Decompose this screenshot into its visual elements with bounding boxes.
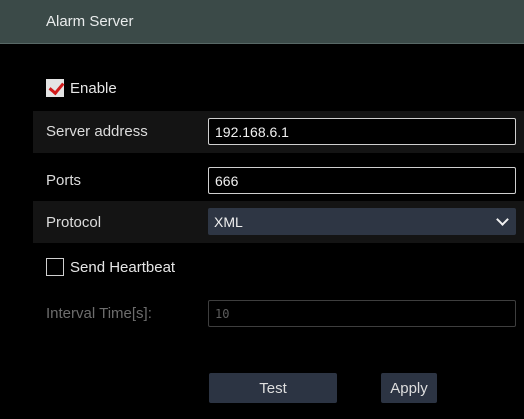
heartbeat-label: Send Heartbeat [70,258,176,276]
protocol-label: Protocol [46,214,102,231]
enable-checkbox[interactable] [46,78,65,97]
checkmark-icon [48,78,65,96]
interval-input [208,300,516,327]
panel-header: Alarm Server [0,0,524,44]
enable-checkbox-row[interactable]: Enable [46,78,117,97]
server-address-label: Server address [46,123,148,140]
test-button[interactable]: Test [209,373,337,403]
heartbeat-checkbox-row[interactable]: Send Heartbeat [46,258,175,276]
ports-label: Ports [46,172,82,189]
heartbeat-checkbox[interactable] [46,258,64,276]
protocol-select[interactable]: XML [208,208,516,235]
chevron-down-icon[interactable] [496,213,509,226]
apply-button[interactable]: Apply [381,373,437,403]
protocol-selected-value: XML [214,213,243,230]
server-address-input[interactable] [208,118,516,145]
ports-input[interactable] [208,167,516,194]
panel-title: Alarm Server [46,13,134,30]
interval-label: Interval Time[s]: [46,305,152,322]
enable-label: Enable [70,79,117,97]
